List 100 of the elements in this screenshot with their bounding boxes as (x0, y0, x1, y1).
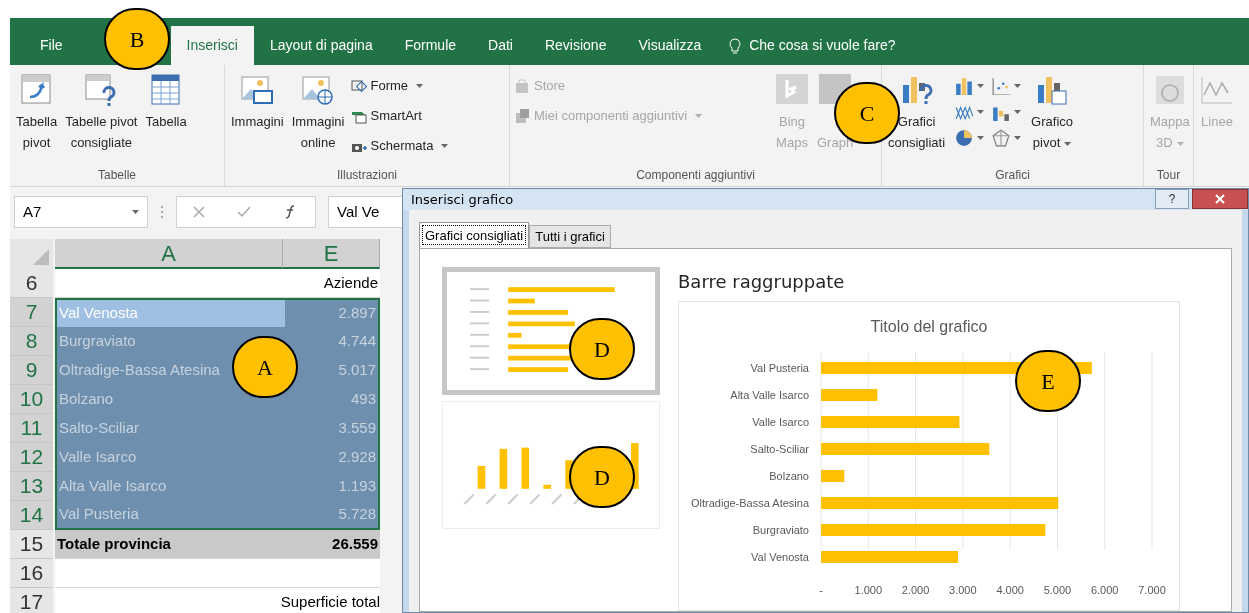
pie-chart-icon (955, 129, 974, 147)
ribbon-button[interactable]: Tabella (143, 73, 189, 132)
axis-tick-label: 6.000 (1090, 584, 1119, 596)
bar (499, 448, 508, 489)
label-line (470, 368, 490, 371)
caret-icon (977, 84, 985, 88)
label-line (529, 493, 541, 505)
ribbon-tab[interactable]: Formule (388, 26, 473, 65)
table-cell-text: Val Pusteria (59, 504, 139, 525)
cubes-icon (514, 108, 530, 124)
category-label: Val Venosta (751, 551, 809, 563)
label-line (507, 493, 519, 505)
ribbon-tab[interactable]: Dati (472, 26, 529, 65)
ribbon-button[interactable]: Immagini online (289, 73, 347, 153)
group-label: Componenti aggiuntivi (635, 167, 756, 184)
dialog-tab[interactable]: Tutti i grafici (529, 225, 611, 248)
row-header[interactable]: 9 (10, 356, 53, 385)
ribbon-button[interactable]: Grafico pivot (1029, 73, 1075, 153)
axis-tick-label: 3.000 (949, 584, 977, 596)
row-header[interactable]: 13 (10, 472, 53, 501)
ribbon-button[interactable]: Tabella pivot (14, 73, 60, 153)
axis-tick-label: 5.000 (1043, 584, 1072, 596)
row-header[interactable]: 11 (10, 414, 53, 443)
ribbon-button[interactable]: Forme (350, 73, 449, 99)
row-header[interactable]: 8 (10, 327, 53, 356)
table-cell-text: 3.559 (337, 418, 377, 439)
row-header[interactable]: 6 (10, 269, 53, 298)
ribbon-button[interactable]: Tabelle pivot consigliate (63, 73, 140, 153)
caret-icon (977, 136, 985, 140)
chart-type-button[interactable] (955, 77, 985, 95)
table-cell-text: Burgraviato (59, 331, 136, 352)
group-label: Grafici (994, 167, 1031, 184)
category-label: Salto-Sciliar (750, 443, 809, 455)
ribbon-button[interactable]: SmartArt (350, 103, 449, 129)
chart-type-button[interactable] (992, 77, 1022, 95)
table-cell-text: 26.559 (331, 533, 379, 554)
caret-icon (695, 114, 703, 118)
table-cell-text: Bolzano (59, 389, 114, 410)
table-cell-text: 5.017 (337, 360, 377, 381)
category-label: Val Pusteria (750, 362, 809, 374)
row-header[interactable]: 7 (10, 298, 53, 327)
close-button[interactable] (1192, 189, 1248, 209)
table-cell-text: 1.193 (337, 476, 377, 497)
chart-type-button[interactable] (992, 129, 1022, 147)
axis-tick-label: - (819, 584, 823, 596)
shapes-icon (350, 78, 367, 94)
axis-tick-label: 1.000 (854, 584, 883, 596)
row-header[interactable]: 12 (10, 443, 53, 472)
bag-icon (514, 78, 530, 94)
cancel-icon[interactable] (193, 206, 205, 218)
category-label: Alta Valle Isarco (730, 389, 809, 401)
lightbulb-icon (729, 37, 742, 54)
chart-type-button[interactable] (955, 103, 985, 121)
category-label: Burgraviato (752, 524, 809, 536)
row-header[interactable]: 14 (10, 501, 53, 530)
axis-tick-label: 4.000 (996, 584, 1024, 596)
category-label: Valle Isarco (752, 416, 809, 428)
row-header[interactable]: 15 (10, 530, 53, 559)
grip-icon (160, 204, 164, 220)
bing-logo-icon (775, 73, 809, 107)
column-header[interactable]: E (283, 239, 380, 269)
ribbon-tab[interactable]: File (24, 26, 79, 65)
dialog-tab[interactable]: Grafici consigliati (419, 222, 530, 248)
name-box[interactable]: A7 (14, 196, 148, 228)
ribbon-button[interactable]: Immagini (229, 73, 286, 132)
bar (543, 484, 551, 489)
ribbon-tab[interactable]: Layout di pagina (253, 26, 389, 65)
caret-icon (977, 110, 985, 114)
label-line (470, 311, 490, 313)
bar (508, 298, 535, 304)
group-label: Tour (1155, 167, 1182, 184)
caret-icon (416, 84, 424, 88)
label-line (551, 493, 563, 505)
row-header[interactable]: 10 (10, 385, 53, 414)
axis-tick-label: 7.000 (1138, 584, 1166, 596)
help-button[interactable]: ? (1155, 189, 1189, 209)
column-chart-icon (955, 77, 974, 95)
caret-icon (1064, 141, 1072, 146)
bar (508, 367, 569, 372)
ribbon-tab[interactable]: Inserisci (170, 26, 254, 65)
label-line (463, 493, 475, 505)
column-header[interactable]: A (55, 239, 283, 269)
ribbon-tab[interactable]: Visualizza (622, 26, 718, 65)
chart-thumbnail[interactable] (442, 267, 660, 395)
category-label: Oltradige-Bassa Atesina (691, 497, 809, 509)
ribbon-tab[interactable]: Revisione (528, 26, 623, 65)
chart-title: Titolo del grafico (870, 318, 988, 335)
tell-me-field[interactable]: Che cosa si vuole fare? (717, 26, 908, 65)
bar (821, 470, 845, 482)
bar (821, 389, 878, 401)
table-cell-text: 2.928 (337, 447, 377, 468)
check-icon[interactable] (237, 206, 251, 218)
row-header[interactable]: 17 (10, 588, 53, 613)
chart-type-button[interactable] (955, 129, 985, 147)
callout-marker: B (104, 8, 170, 70)
ribbon-button[interactable]: Schermata (350, 133, 449, 159)
label-line (470, 288, 490, 291)
row-header[interactable]: 16 (10, 559, 53, 588)
scatter-chart-icon (992, 77, 1011, 95)
pivot-table-icon (19, 73, 54, 107)
